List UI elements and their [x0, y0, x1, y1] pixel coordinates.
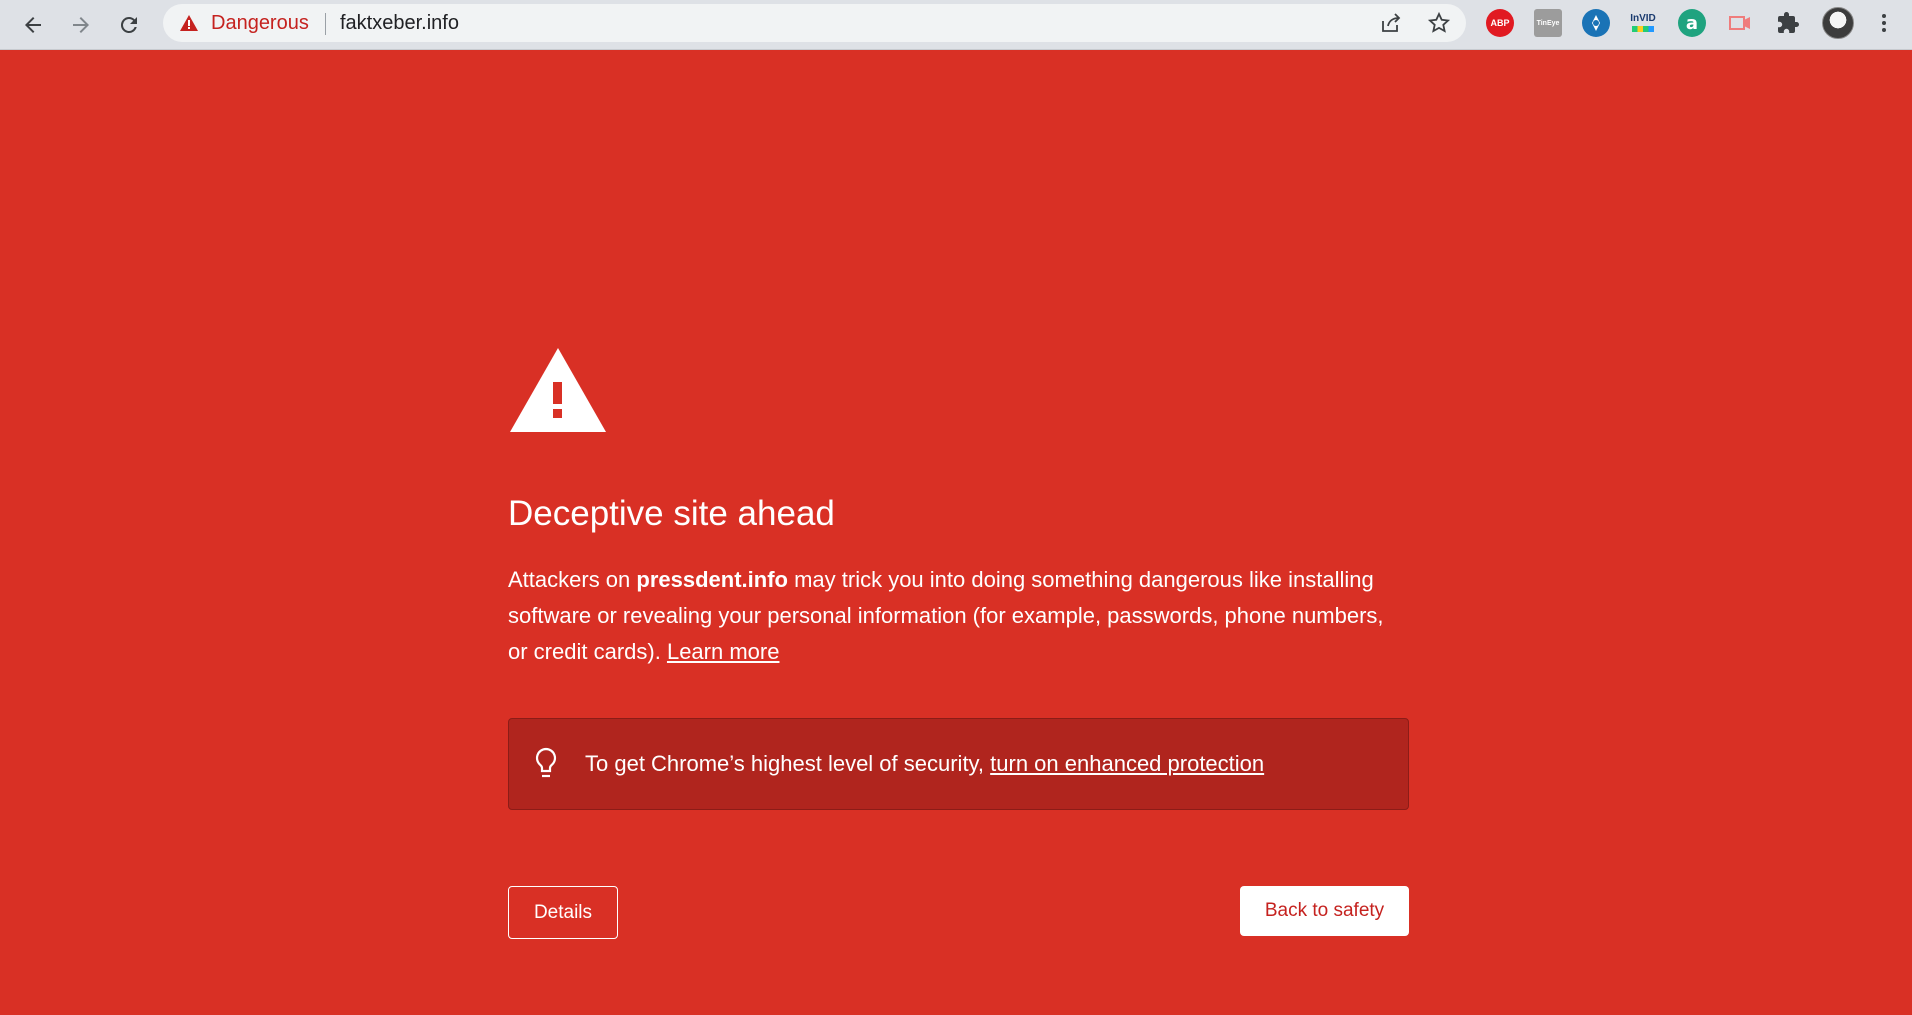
crosshair-extension-icon[interactable] — [1582, 9, 1610, 37]
share-icon[interactable] — [1379, 11, 1403, 35]
arrow-left-icon — [25, 17, 41, 33]
star-icon[interactable] — [1427, 11, 1451, 35]
forward-button[interactable] — [62, 6, 100, 44]
address-bar[interactable]: Dangerous faktxeber.info — [163, 4, 1466, 42]
promo-text: To get Chrome’s highest level of securit… — [585, 719, 1264, 809]
invid-label: InVID — [1630, 13, 1656, 24]
a-extension-label: a — [1685, 12, 1699, 34]
warning-triangle-icon — [180, 15, 198, 31]
learn-more-link[interactable]: Learn more — [667, 639, 780, 664]
invid-bar — [1632, 26, 1654, 32]
back-to-safety-button[interactable]: Back to safety — [1240, 886, 1409, 936]
reload-icon — [120, 16, 137, 33]
lightbulb-icon — [535, 747, 557, 778]
promo-text-prefix: To get Chrome’s highest level of securit… — [585, 751, 991, 776]
site-name: pressdent.info — [636, 567, 788, 592]
security-state-label[interactable]: Dangerous — [211, 4, 309, 42]
back-button[interactable] — [14, 6, 52, 44]
browser-toolbar: Dangerous faktxeber.info ABP TinEye InVI… — [0, 0, 1912, 50]
tineye-label: TinEye — [1536, 19, 1560, 27]
page-title: Deceptive site ahead — [508, 494, 835, 533]
puzzle-icon[interactable] — [1774, 9, 1802, 37]
record-extension-icon[interactable] — [1726, 9, 1754, 37]
message-prefix: Attackers on — [508, 567, 637, 592]
adblock-plus-icon[interactable]: ABP — [1486, 9, 1514, 37]
main-message: Attackers on pressdent.info may trick yo… — [508, 562, 1408, 670]
tineye-icon[interactable]: TinEye — [1534, 9, 1562, 37]
invid-icon[interactable]: InVID — [1629, 9, 1657, 37]
adblock-plus-label: ABP — [1490, 18, 1510, 28]
kebab-menu-icon[interactable] — [1872, 9, 1896, 37]
enhanced-protection-link[interactable]: turn on enhanced protection — [990, 751, 1264, 776]
a-extension-icon[interactable]: a — [1678, 9, 1706, 37]
omnibox-separator — [325, 13, 326, 35]
warning-triangle-icon — [510, 348, 606, 432]
details-button[interactable]: Details — [508, 886, 618, 939]
url-text[interactable]: faktxeber.info — [340, 4, 459, 42]
reload-button[interactable] — [110, 6, 148, 44]
enhanced-protection-promo: To get Chrome’s highest level of securit… — [508, 718, 1409, 810]
profile-avatar[interactable] — [1822, 7, 1854, 39]
arrow-right-icon — [73, 17, 89, 33]
